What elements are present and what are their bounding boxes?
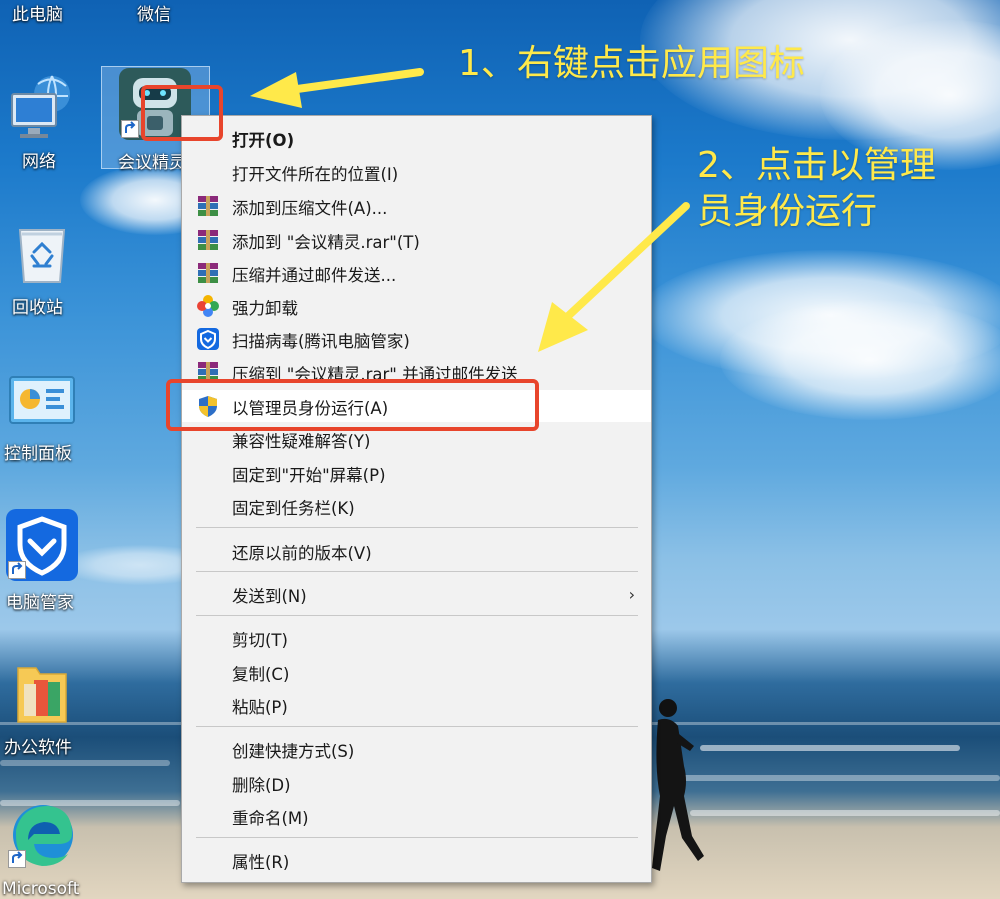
menu-item-label: 扫描病毒(腾讯电脑管家) [232, 332, 410, 351]
chevron-right-icon: › [628, 585, 635, 604]
network-icon [11, 75, 70, 138]
cloud [720, 300, 1000, 420]
desktop-icon-label[interactable]: 电脑管家 [6, 588, 74, 613]
folder-icon [17, 667, 67, 723]
desktop-icon-label[interactable]: 回收站 [12, 293, 63, 318]
menu-item-rename[interactable]: 重命名(M) [182, 800, 651, 832]
context-menu: 打开(O) 打开文件所在的位置(I) 添加到压缩文件(A)... 添加到 "会议… [181, 115, 652, 883]
desktop-icon-office-folder[interactable] [14, 660, 70, 726]
menu-item-label: 打开(O) [232, 131, 295, 150]
desktop-icon-label[interactable]: 会议精灵 [118, 148, 186, 173]
menu-item-label: 创建快捷方式(S) [232, 742, 355, 761]
menu-separator [196, 726, 638, 727]
desktop-label-wechat[interactable]: 微信 [137, 0, 171, 25]
wave [700, 745, 960, 751]
recycle-bin-icon [18, 229, 66, 283]
menu-item-properties[interactable]: 属性(R) [182, 844, 651, 876]
menu-item-label: 固定到任务栏(K) [232, 499, 355, 518]
menu-item-open-file-location[interactable]: 打开文件所在的位置(I) [182, 156, 651, 188]
menu-item-label: 添加到 "会议精灵.rar"(T) [232, 233, 420, 252]
highlight-box-app-icon [141, 85, 223, 141]
menu-item-scan-virus[interactable]: 扫描病毒(腾讯电脑管家) [182, 323, 651, 355]
desktop-icon-network[interactable] [8, 72, 78, 144]
desktop-icon-edge[interactable] [8, 800, 78, 870]
desktop-icon-label[interactable]: Microsoft [2, 879, 79, 899]
menu-item-label: 重命名(M) [232, 809, 309, 828]
menu-separator [196, 837, 638, 838]
menu-item-pin-to-taskbar[interactable]: 固定到任务栏(K) [182, 490, 651, 522]
menu-item-send-to[interactable]: 发送到(N) › [182, 578, 651, 610]
menu-item-compress-and-email[interactable]: 压缩并通过邮件发送... [182, 257, 651, 289]
uninstall-flower-icon [197, 295, 219, 317]
highlight-box-run-as-admin [166, 379, 539, 431]
menu-item-add-to-archive[interactable]: 添加到压缩文件(A)... [182, 190, 651, 222]
menu-separator [196, 527, 638, 528]
wave [680, 775, 1000, 781]
menu-item-force-uninstall[interactable]: 强力卸载 [182, 290, 651, 322]
menu-separator [196, 571, 638, 572]
menu-item-label: 强力卸载 [232, 299, 298, 318]
wave [0, 760, 170, 766]
menu-item-label: 打开文件所在的位置(I) [232, 165, 399, 184]
desktop-label-this-pc[interactable]: 此电脑 [12, 0, 63, 25]
menu-item-label: 发送到(N) [232, 587, 307, 606]
shortcut-arrow-icon [8, 850, 26, 868]
menu-item-label: 压缩并通过邮件发送... [232, 266, 397, 285]
menu-item-label: 还原以前的版本(V) [232, 544, 372, 563]
annotation-step-2-line-1: 2、点击以管理 [697, 145, 936, 186]
desktop-icon-label[interactable]: 网络 [22, 147, 56, 172]
menu-item-copy[interactable]: 复制(C) [182, 656, 651, 688]
menu-item-delete[interactable]: 删除(D) [182, 767, 651, 799]
menu-item-label: 剪切(T) [232, 631, 288, 650]
menu-item-label: 复制(C) [232, 665, 290, 684]
desktop-icon-label[interactable]: 控制面板 [4, 439, 72, 464]
menu-item-label: 固定到"开始"屏幕(P) [232, 466, 386, 485]
annotation-step-2-line-2: 员身份运行 [697, 191, 878, 232]
winrar-icon [198, 263, 218, 283]
menu-item-open[interactable]: 打开(O) [182, 122, 651, 154]
annotation-step-1: 1、右键点击应用图标 [458, 43, 805, 84]
menu-item-pin-to-start[interactable]: 固定到"开始"屏幕(P) [182, 457, 651, 489]
menu-item-add-to-rar[interactable]: 添加到 "会议精灵.rar"(T) [182, 224, 651, 256]
menu-item-restore-previous-versions[interactable]: 还原以前的版本(V) [182, 535, 651, 567]
control-panel-icon [9, 376, 75, 424]
desktop-icon-label[interactable]: 办公软件 [4, 733, 72, 758]
menu-item-label: 粘贴(P) [232, 698, 288, 717]
runner-silhouette [652, 699, 704, 871]
menu-separator [196, 615, 638, 616]
wave [690, 810, 1000, 816]
menu-item-cut[interactable]: 剪切(T) [182, 622, 651, 654]
menu-item-label: 删除(D) [232, 776, 291, 795]
menu-item-label: 属性(R) [232, 853, 290, 872]
menu-item-label: 添加到压缩文件(A)... [232, 199, 388, 218]
menu-item-label: 兼容性疑难解答(Y) [232, 432, 371, 451]
desktop-icon-pc-manager[interactable] [6, 509, 78, 581]
menu-item-create-shortcut[interactable]: 创建快捷方式(S) [182, 733, 651, 765]
winrar-icon [198, 196, 218, 216]
desktop-icon-control-panel[interactable] [8, 375, 76, 429]
desktop-icon-recycle-bin[interactable] [12, 220, 72, 286]
menu-item-paste[interactable]: 粘贴(P) [182, 689, 651, 721]
shortcut-arrow-icon [8, 561, 26, 579]
winrar-icon [198, 230, 218, 250]
tencent-shield-icon [197, 328, 219, 350]
shortcut-arrow-icon [121, 120, 139, 138]
